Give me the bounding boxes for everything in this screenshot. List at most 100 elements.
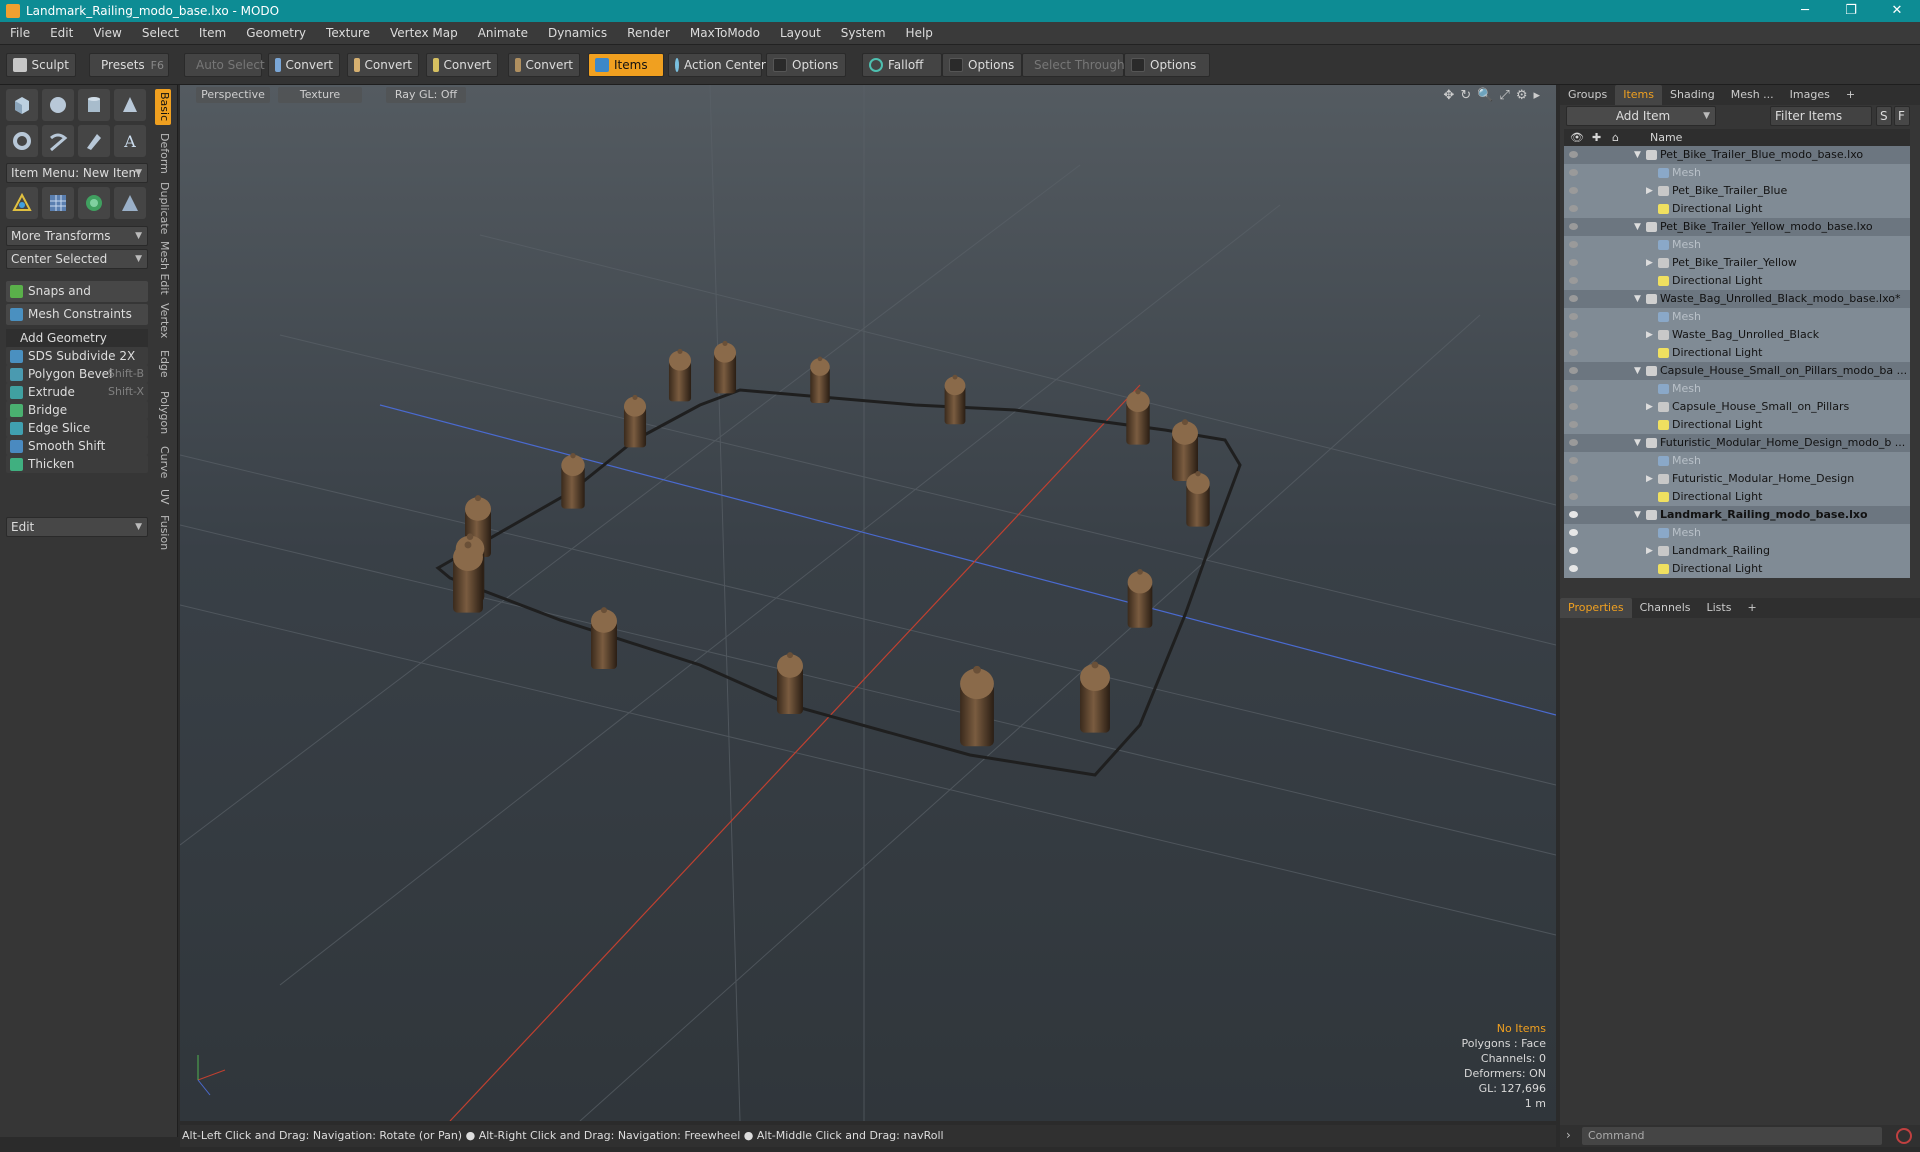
expand-right-icon[interactable]: ▶	[1646, 254, 1653, 272]
visibility-eye-icon[interactable]	[1569, 205, 1578, 212]
tool-polygon-bevel[interactable]: Polygon Bevel Shift-B	[6, 365, 148, 383]
tree-row-item[interactable]: ▶ Waste_Bag_Unrolled_Black	[1564, 326, 1910, 344]
expand-down-icon[interactable]: ▼	[1634, 362, 1641, 380]
3d-viewport[interactable]: Perspective Texture Ray GL: Off ✥ ↻ 🔍 ⤢ …	[180, 85, 1556, 1121]
action-center-button[interactable]: Action Center	[668, 53, 766, 77]
menu-edit[interactable]: Edit	[40, 26, 83, 40]
transform-icon[interactable]	[6, 187, 38, 219]
maximize-button[interactable]: ❐	[1828, 0, 1874, 22]
expand-right-icon[interactable]: ▶	[1646, 182, 1653, 200]
action-center-options-button[interactable]: Options	[766, 53, 846, 77]
tree-row-scene[interactable]: ▼ Pet_Bike_Trailer_Yellow_modo_base.lxo	[1564, 218, 1910, 236]
expand-down-icon[interactable]: ▼	[1634, 506, 1641, 524]
grid-icon[interactable]	[42, 187, 74, 219]
falloff-button[interactable]: Falloff	[862, 53, 942, 77]
tab-properties[interactable]: Properties	[1560, 598, 1632, 618]
tree-row-mesh[interactable]: Mesh	[1564, 380, 1910, 398]
select-through-options-button[interactable]: Options	[1124, 53, 1210, 77]
visibility-eye-icon[interactable]	[1569, 529, 1578, 536]
filter-f-button[interactable]: F	[1894, 106, 1910, 126]
plane-icon[interactable]	[114, 187, 146, 219]
texture-shading-button[interactable]: Texture	[278, 87, 362, 103]
convert-polygons-button[interactable]: Convert	[426, 53, 498, 77]
tree-row-light[interactable]: Directional Light	[1564, 200, 1910, 218]
name-column-header[interactable]: Name	[1650, 129, 1682, 146]
tab-fusion[interactable]: Fusion	[155, 513, 171, 553]
close-button[interactable]: ✕	[1874, 0, 1920, 22]
convert-edges-button[interactable]: Convert	[347, 53, 419, 77]
tab-uv[interactable]: UV	[155, 485, 171, 509]
expand-down-icon[interactable]: ▼	[1634, 218, 1641, 236]
cube-icon[interactable]	[6, 89, 38, 121]
tab-edge[interactable]: Edge	[155, 345, 171, 383]
tool-extrude[interactable]: Extrude Shift-X	[6, 383, 148, 401]
tab-duplicate[interactable]: Duplicate	[155, 181, 171, 235]
menu-item[interactable]: Item	[189, 26, 236, 40]
visibility-eye-icon[interactable]	[1569, 385, 1578, 392]
tree-row-scene[interactable]: ▼ Capsule_House_Small_on_Pillars_modo_ba …	[1564, 362, 1910, 380]
rotate-view-icon[interactable]: ↻	[1460, 88, 1471, 103]
menu-select[interactable]: Select	[132, 26, 189, 40]
minimize-button[interactable]: ─	[1782, 0, 1828, 22]
tree-row-light[interactable]: Directional Light	[1564, 560, 1910, 578]
expand-right-icon[interactable]: ▶	[1646, 326, 1653, 344]
tab-deform[interactable]: Deform	[155, 129, 171, 177]
visibility-eye-icon[interactable]	[1569, 367, 1578, 374]
menu-system[interactable]: System	[831, 26, 896, 40]
item-menu-dropdown[interactable]: Item Menu: New Item ▼	[6, 163, 148, 183]
tab-mesh-[interactable]: Mesh ...	[1723, 85, 1782, 105]
convert-materials-button[interactable]: Convert	[508, 53, 580, 77]
tube-icon[interactable]	[42, 125, 74, 157]
cone-icon[interactable]	[114, 89, 146, 121]
tab-groups[interactable]: Groups	[1560, 85, 1615, 105]
tree-row-light[interactable]: Directional Light	[1564, 344, 1910, 362]
auto-select-button[interactable]: Auto Select	[184, 53, 265, 77]
tab-shading[interactable]: Shading	[1662, 85, 1723, 105]
visibility-eye-icon[interactable]	[1569, 331, 1578, 338]
mesh-constraints-button[interactable]: Mesh Constraints	[6, 304, 148, 325]
tab-basic[interactable]: Basic	[155, 89, 171, 125]
center-selected-dropdown[interactable]: Center Selected ▼	[6, 249, 148, 269]
tab-lists[interactable]: Lists	[1699, 598, 1740, 618]
menu-texture[interactable]: Texture	[316, 26, 380, 40]
visibility-eye-icon[interactable]	[1569, 349, 1578, 356]
menu-geometry[interactable]: Geometry	[236, 26, 316, 40]
tree-row-scene[interactable]: ▼ Pet_Bike_Trailer_Blue_modo_base.lxo	[1564, 146, 1910, 164]
text-icon[interactable]: A	[114, 125, 146, 157]
menu-view[interactable]: View	[83, 26, 131, 40]
menu-help[interactable]: Help	[896, 26, 943, 40]
pen-icon[interactable]	[78, 125, 110, 157]
tab-mesh-edit[interactable]: Mesh Edit	[155, 239, 171, 297]
menu-layout[interactable]: Layout	[770, 26, 831, 40]
menu-maxtomodo[interactable]: MaxToModo	[680, 26, 770, 40]
convert-vertices-button[interactable]: Convert	[268, 53, 340, 77]
tree-row-item[interactable]: ▶ Pet_Bike_Trailer_Blue	[1564, 182, 1910, 200]
tool-thicken[interactable]: Thicken	[6, 455, 148, 473]
expand-right-icon[interactable]: ▶	[1646, 398, 1653, 416]
tool-bridge[interactable]: Bridge	[6, 401, 148, 419]
visibility-eye-icon[interactable]	[1569, 259, 1578, 266]
visibility-eye-icon[interactable]	[1569, 223, 1578, 230]
tree-row-light[interactable]: Directional Light	[1564, 416, 1910, 434]
visibility-eye-icon[interactable]	[1569, 421, 1578, 428]
expand-down-icon[interactable]: ▼	[1634, 146, 1641, 164]
record-icon[interactable]	[1896, 1128, 1912, 1144]
tab-images[interactable]: Images	[1782, 85, 1838, 105]
raygl-button[interactable]: Ray GL: Off	[386, 87, 466, 103]
sphere-icon[interactable]	[42, 89, 74, 121]
add-geometry-section[interactable]: Add Geometry	[6, 329, 148, 347]
tree-row-item[interactable]: ▶ Capsule_House_Small_on_Pillars	[1564, 398, 1910, 416]
maximize-view-icon[interactable]: ⤢	[1499, 88, 1509, 103]
tree-row-light[interactable]: Directional Light	[1564, 272, 1910, 290]
tool-smooth-shift[interactable]: Smooth Shift	[6, 437, 148, 455]
tree-row-scene[interactable]: ▼ Waste_Bag_Unrolled_Black_modo_base.lxo*	[1564, 290, 1910, 308]
visibility-eye-icon[interactable]	[1569, 493, 1578, 500]
menu-vertex-map[interactable]: Vertex Map	[380, 26, 468, 40]
menu-animate[interactable]: Animate	[468, 26, 538, 40]
visibility-eye-icon[interactable]	[1569, 169, 1578, 176]
visibility-eye-icon[interactable]	[1569, 475, 1578, 482]
tab-channels[interactable]: Channels	[1632, 598, 1699, 618]
visibility-eye-icon[interactable]	[1569, 187, 1578, 194]
tree-row-item[interactable]: ▶ Landmark_Railing	[1564, 542, 1910, 560]
globe-icon[interactable]	[78, 187, 110, 219]
